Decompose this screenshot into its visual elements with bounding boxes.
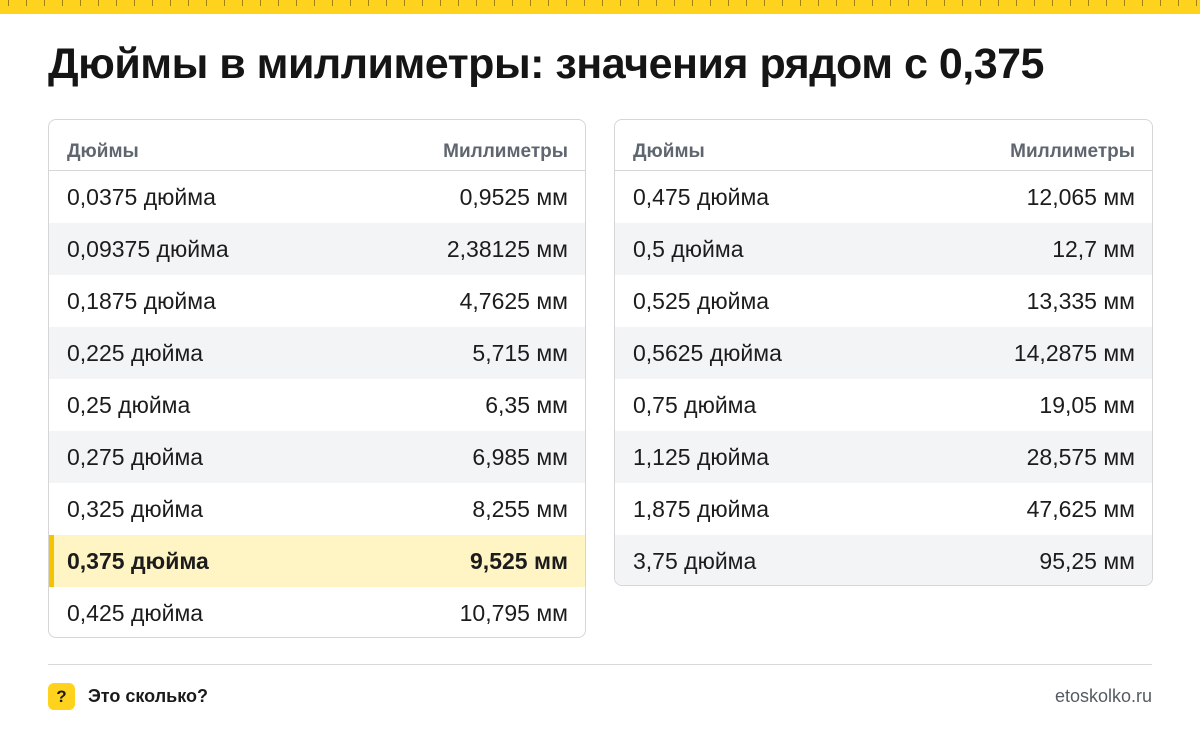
- cell-inches: 3,75 дюйма: [633, 547, 757, 574]
- conversion-table-left: Дюймы Миллиметры 0,0375 дюйма 0,9525 мм 0,…: [48, 119, 586, 638]
- cell-inches: 0,425 дюйма: [67, 599, 204, 626]
- cell-inches: 0,25 дюйма: [67, 391, 191, 418]
- ruler-ticks: [0, 0, 1200, 6]
- table-header: Дюймы Миллиметры: [615, 120, 1152, 171]
- cell-inches: 0,09375 дюйма: [67, 235, 229, 262]
- table-row: 0,475 дюйма 12,065 мм: [615, 171, 1152, 223]
- cell-inches: 0,225 дюйма: [67, 339, 204, 366]
- table-body: 0,475 дюйма 12,065 мм 0,5 дюйма 12,7 мм 0,52…: [615, 171, 1152, 585]
- cell-mm: 6,35 мм: [485, 391, 568, 418]
- cell-inches: 0,325 дюйма: [67, 495, 204, 522]
- table-body: 0,0375 дюйма 0,9525 мм 0,09375 дюйма 2,3812…: [49, 171, 585, 637]
- site-url[interactable]: etoskolko.ru: [1055, 686, 1152, 707]
- table-row: 0,1875 дюйма 4,7625 мм: [49, 275, 585, 327]
- cell-mm: 10,795 мм: [459, 599, 568, 626]
- cell-mm: 19,05 мм: [1039, 391, 1135, 418]
- brand-name: Это сколько?: [88, 686, 208, 706]
- brand: ? Это сколько?: [48, 683, 208, 710]
- table-header: Дюймы Миллиметры: [49, 120, 585, 171]
- header-inches: Дюймы: [67, 141, 139, 162]
- cell-mm: 5,715 мм: [472, 339, 568, 366]
- table-row-highlighted: 0,375 дюйма 9,525 мм: [49, 535, 585, 587]
- table-row: 3,75 дюйма 95,25 мм: [615, 535, 1152, 585]
- header-mm: Миллиметры: [1010, 141, 1135, 162]
- cell-inches: 0,75 дюйма: [633, 391, 757, 418]
- cell-inches: 0,5 дюйма: [633, 235, 744, 262]
- table-row: 0,225 дюйма 5,715 мм: [49, 327, 585, 379]
- page-title: Дюймы в миллиметры: значения рядом с 0,3…: [48, 40, 1044, 88]
- table-row: 0,5625 дюйма 14,2875 мм: [615, 327, 1152, 379]
- cell-mm: 0,9525 мм: [459, 183, 568, 210]
- table-row: 0,275 дюйма 6,985 мм: [49, 431, 585, 483]
- cell-inches: 0,0375 дюйма: [67, 183, 216, 210]
- cell-mm: 8,255 мм: [472, 495, 568, 522]
- cell-inches: 0,525 дюйма: [633, 287, 770, 314]
- table-row: 0,09375 дюйма 2,38125 мм: [49, 223, 585, 275]
- table-row: 0,525 дюйма 13,335 мм: [615, 275, 1152, 327]
- table-row: 0,0375 дюйма 0,9525 мм: [49, 171, 585, 223]
- cell-mm: 95,25 мм: [1039, 547, 1135, 574]
- cell-inches: 0,475 дюйма: [633, 183, 770, 210]
- question-mark-icon: ?: [48, 683, 75, 710]
- cell-mm: 28,575 мм: [1026, 443, 1135, 470]
- cell-inches: 0,1875 дюйма: [67, 287, 216, 314]
- cell-mm: 9,525 мм: [470, 547, 568, 574]
- cell-inches: 0,275 дюйма: [67, 443, 204, 470]
- footer-divider: [48, 664, 1152, 665]
- cell-inches: 0,5625 дюйма: [633, 339, 782, 366]
- cell-inches: 0,375 дюйма: [67, 547, 209, 574]
- cell-mm: 12,065 мм: [1026, 183, 1135, 210]
- cell-mm: 4,7625 мм: [459, 287, 568, 314]
- cell-mm: 12,7 мм: [1052, 235, 1135, 262]
- header-inches: Дюймы: [633, 141, 705, 162]
- cell-mm: 47,625 мм: [1026, 495, 1135, 522]
- table-row: 0,25 дюйма 6,35 мм: [49, 379, 585, 431]
- cell-mm: 6,985 мм: [472, 443, 568, 470]
- table-row: 0,5 дюйма 12,7 мм: [615, 223, 1152, 275]
- cell-inches: 1,875 дюйма: [633, 495, 770, 522]
- table-row: 1,875 дюйма 47,625 мм: [615, 483, 1152, 535]
- cell-mm: 13,335 мм: [1026, 287, 1135, 314]
- table-row: 1,125 дюйма 28,575 мм: [615, 431, 1152, 483]
- table-row: 0,75 дюйма 19,05 мм: [615, 379, 1152, 431]
- cell-mm: 2,38125 мм: [446, 235, 568, 262]
- table-row: 0,425 дюйма 10,795 мм: [49, 587, 585, 637]
- cell-mm: 14,2875 мм: [1013, 339, 1135, 366]
- cell-inches: 1,125 дюйма: [633, 443, 770, 470]
- table-row: 0,325 дюйма 8,255 мм: [49, 483, 585, 535]
- header-mm: Миллиметры: [443, 141, 568, 162]
- conversion-table-right: Дюймы Миллиметры 0,475 дюйма 12,065 мм 0,5…: [614, 119, 1153, 586]
